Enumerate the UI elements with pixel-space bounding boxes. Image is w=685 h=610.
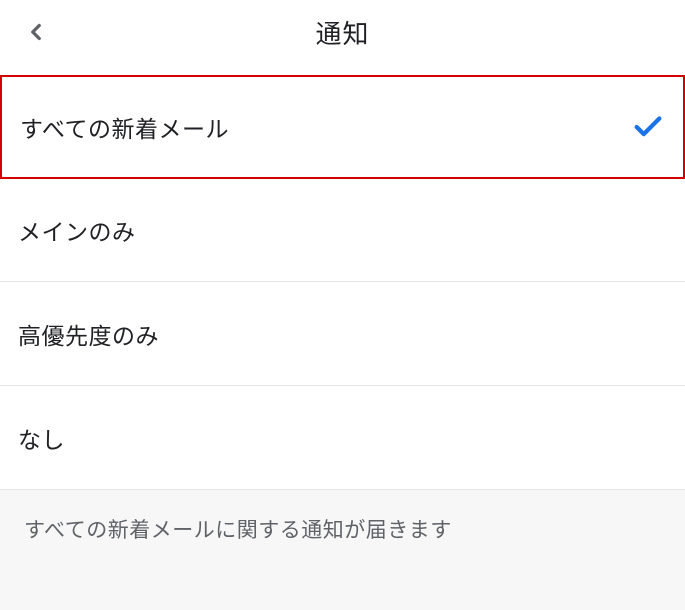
header: 通知 <box>0 0 685 64</box>
option-all-new-mail[interactable]: すべての新着メール <box>0 75 685 179</box>
option-label: なし <box>18 421 65 455</box>
back-button[interactable] <box>16 12 56 52</box>
option-label: すべての新着メール <box>20 110 229 144</box>
page-title: 通知 <box>315 14 369 51</box>
option-label: メインのみ <box>18 213 136 247</box>
chevron-left-icon <box>23 19 49 45</box>
option-high-priority-only[interactable]: 高優先度のみ <box>0 282 685 386</box>
option-label: 高優先度のみ <box>18 317 159 351</box>
checkmark-icon <box>631 110 665 144</box>
option-primary-only[interactable]: メインのみ <box>0 178 685 282</box>
options-list: すべての新着メール メインのみ 高優先度のみ なし <box>0 75 685 490</box>
option-none[interactable]: なし <box>0 386 685 490</box>
description-text: すべての新着メールに関する通知が届きます <box>0 490 685 610</box>
